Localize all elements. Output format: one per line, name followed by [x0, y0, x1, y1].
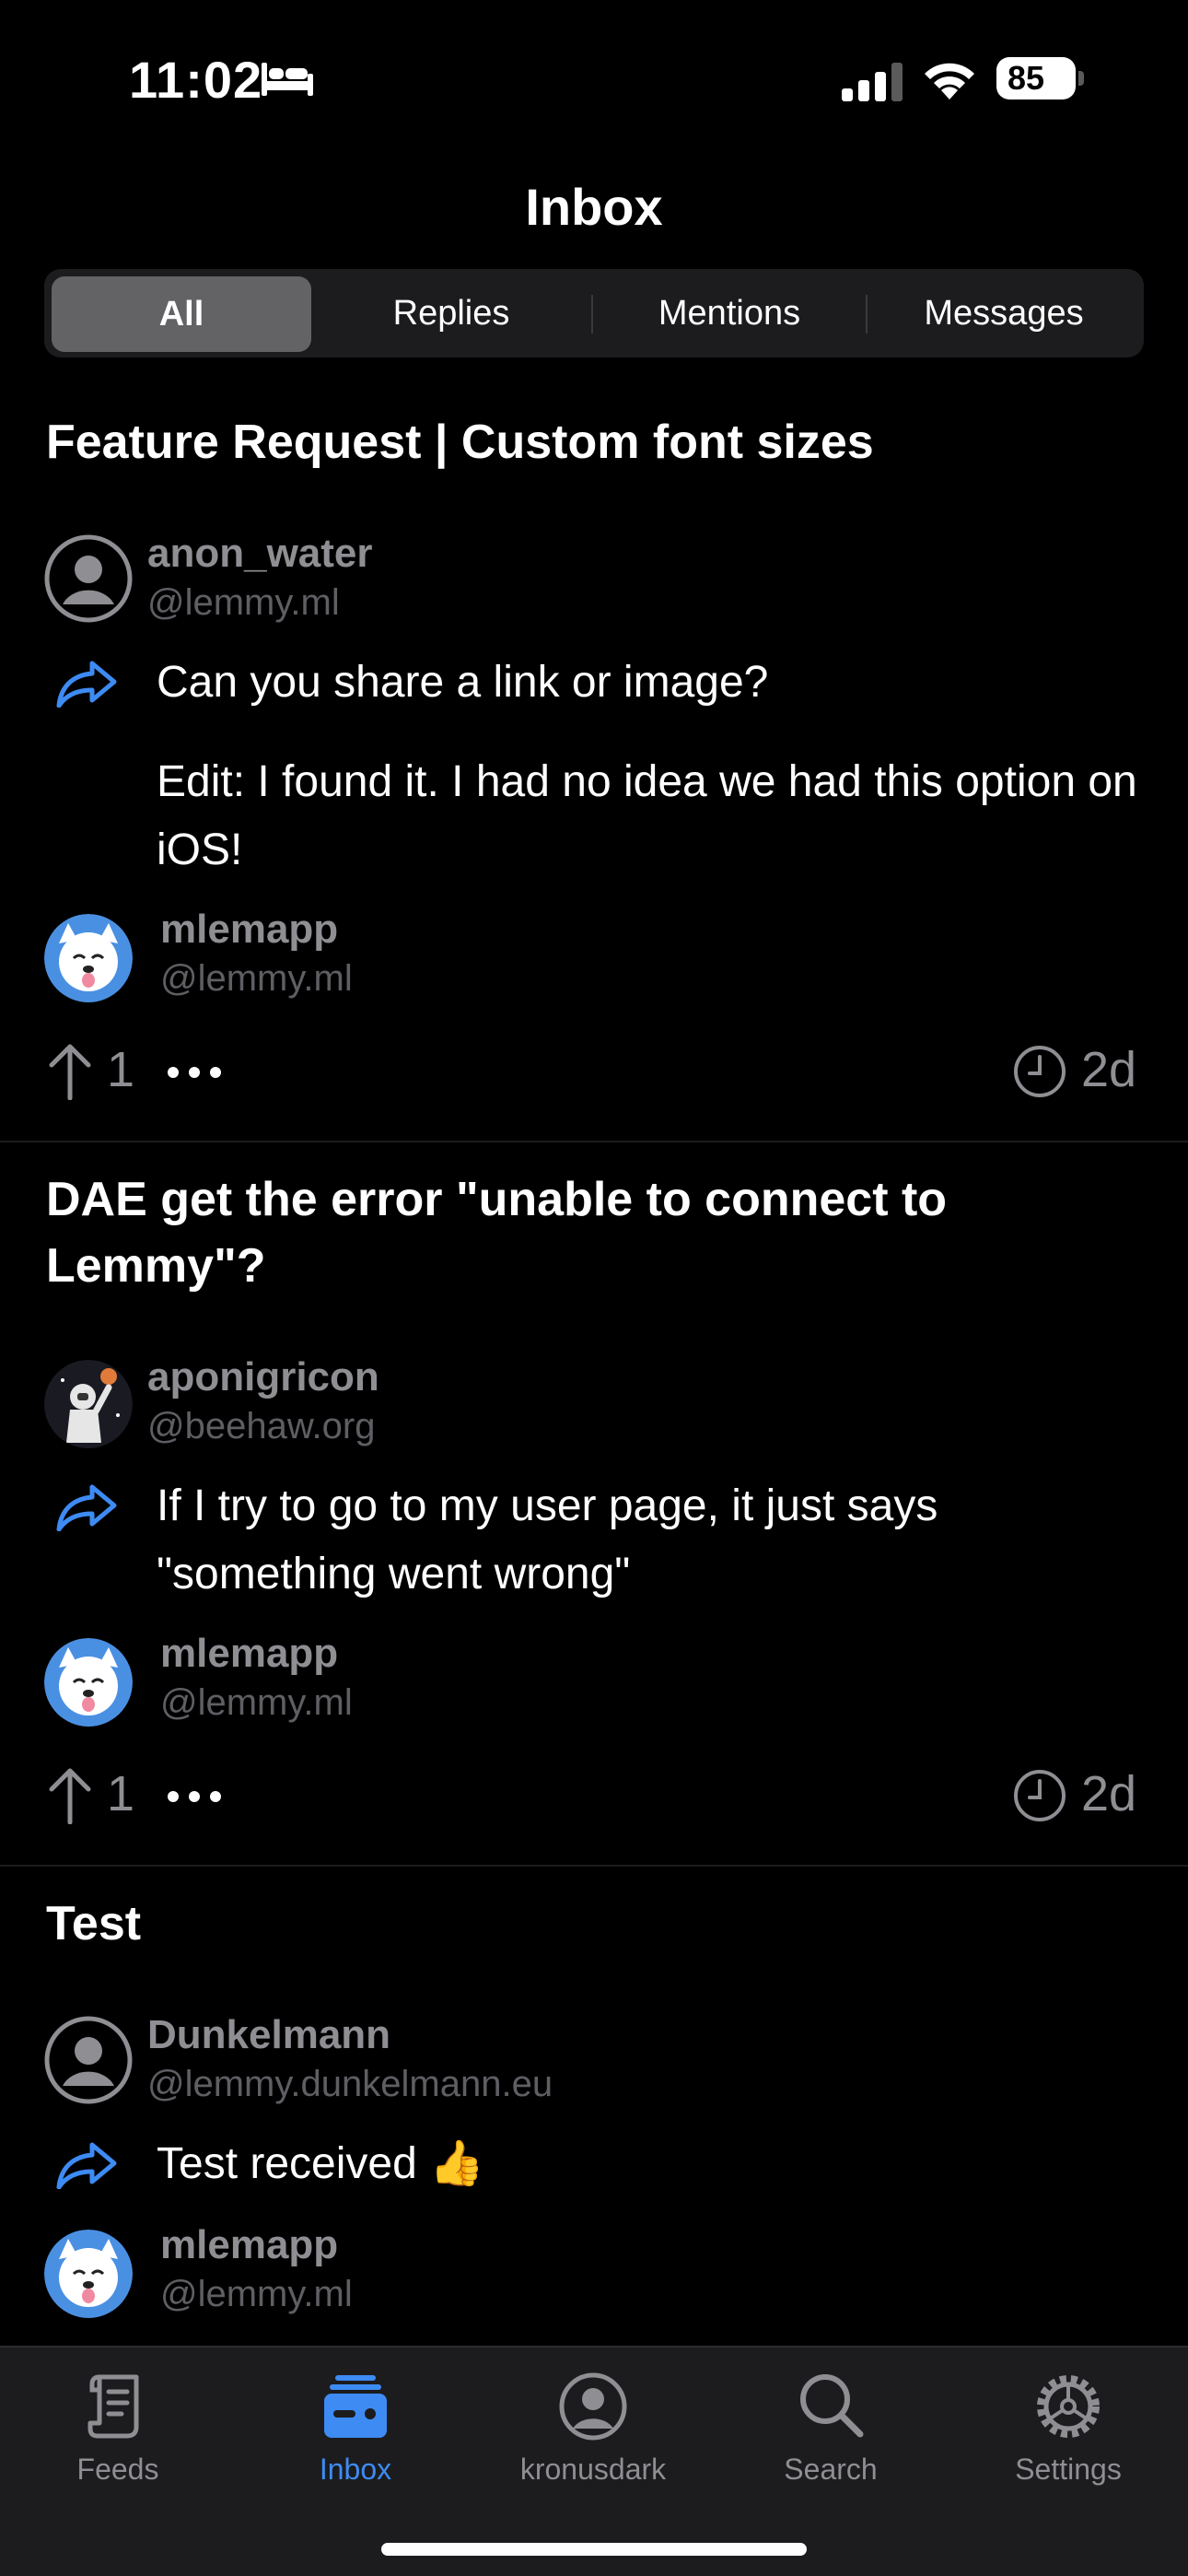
message-body: Test received 👍: [157, 2130, 1151, 2198]
vote-count: 1: [107, 1766, 135, 1821]
reply-arrow-icon: [56, 2142, 117, 2189]
tab-label: kronusdark: [519, 2453, 667, 2486]
tab-label: Search: [784, 2453, 878, 2486]
clock-icon: [1014, 1046, 1066, 1097]
clock-icon: [1014, 1770, 1066, 1821]
author-instance: @lemmy.dunkelmann.eu: [147, 2064, 553, 2104]
segment-replies[interactable]: Replies: [313, 269, 589, 357]
person-circle-icon: [559, 2372, 627, 2441]
upvote-arrow-icon[interactable]: [46, 1767, 94, 1824]
home-indicator[interactable]: [381, 2543, 807, 2556]
inbox-tray-icon: [324, 2375, 387, 2438]
message-body: Can you share a link or image? Edit: I f…: [157, 649, 1151, 884]
vote-count: 1: [107, 1042, 135, 1097]
inbox-filter-segmented-control: All Replies Mentions Messages: [44, 269, 1144, 357]
battery-level: 85: [996, 57, 1076, 100]
tab-bar: Feeds Inbox kronusdark Search Settings: [0, 2346, 1188, 2576]
tab-search[interactable]: Search: [729, 2368, 932, 2487]
message-paragraph: Edit: I found it. I had no idea we had t…: [157, 757, 1137, 874]
wifi-icon: [925, 63, 974, 100]
battery-indicator: 85: [996, 57, 1085, 101]
recipient-name[interactable]: mlemapp: [160, 1631, 338, 1677]
cellular-signal-icon: [842, 63, 903, 101]
tab-settings[interactable]: Settings: [967, 2368, 1170, 2487]
author-name[interactable]: anon_water: [147, 531, 373, 577]
scroll-icon: [87, 2374, 139, 2439]
segment-messages[interactable]: Messages: [868, 269, 1140, 357]
message-paragraph: If I try to go to my user page, it just …: [157, 1481, 938, 1598]
item-divider: [0, 1865, 1188, 1867]
page-title: Inbox: [525, 178, 663, 236]
author-instance: @beehaw.org: [147, 1406, 376, 1446]
item-divider: [0, 1141, 1188, 1142]
tab-inbox[interactable]: Inbox: [254, 2368, 457, 2487]
ellipsis-icon[interactable]: [166, 1065, 223, 1080]
ellipsis-icon[interactable]: [166, 1789, 223, 1804]
default-avatar-icon[interactable]: [44, 534, 133, 623]
message-age: 2d: [1081, 1766, 1137, 1821]
author-instance: @lemmy.ml: [147, 582, 340, 623]
message-age: 2d: [1081, 1042, 1137, 1097]
default-avatar-icon[interactable]: [44, 2016, 133, 2104]
reply-arrow-icon: [56, 661, 117, 708]
author-name[interactable]: aponigricon: [147, 1354, 379, 1400]
message-body: If I try to go to my user page, it just …: [157, 1472, 1151, 1609]
mlem-avatar[interactable]: [44, 1638, 133, 1727]
mlem-avatar[interactable]: [44, 914, 133, 1002]
upvote-arrow-icon[interactable]: [46, 1043, 94, 1100]
recipient-instance: @lemmy.ml: [160, 1682, 353, 1723]
recipient-instance: @lemmy.ml: [160, 958, 353, 999]
tab-profile[interactable]: kronusdark: [492, 2368, 694, 2487]
author-name[interactable]: Dunkelmann: [147, 2012, 390, 2058]
gear-icon: [1037, 2375, 1100, 2438]
message-paragraph: Can you share a link or image?: [157, 658, 769, 707]
tab-label: Inbox: [319, 2453, 392, 2486]
recipient-instance: @lemmy.ml: [160, 2274, 353, 2314]
post-title: Test: [46, 1897, 142, 1950]
segment-all[interactable]: All: [52, 276, 311, 352]
bed-icon: [262, 63, 313, 96]
recipient-name[interactable]: mlemapp: [160, 907, 338, 953]
status-time: 11:02: [129, 51, 263, 109]
message-paragraph: Test received 👍: [157, 2139, 484, 2188]
astronaut-avatar[interactable]: [44, 1360, 133, 1448]
inbox-screen: 11:02 85 Inbox All Replies Mentions Mess…: [0, 0, 1188, 2576]
post-title: DAE get the error "unable to connect to …: [46, 1173, 948, 1293]
reply-arrow-icon: [56, 1484, 117, 1531]
recipient-name[interactable]: mlemapp: [160, 2222, 338, 2268]
segment-mentions[interactable]: Mentions: [593, 269, 866, 357]
status-bar: 11:02 85: [0, 0, 1188, 157]
magnifier-icon: [800, 2374, 864, 2438]
tab-label: Settings: [1015, 2453, 1122, 2486]
tab-feeds[interactable]: Feeds: [17, 2368, 219, 2487]
tab-label: Feeds: [76, 2453, 159, 2486]
post-title: Feature Request | Custom font sizes: [46, 416, 874, 469]
mlem-avatar[interactable]: [44, 2230, 133, 2318]
battery-nub: [1078, 71, 1084, 86]
